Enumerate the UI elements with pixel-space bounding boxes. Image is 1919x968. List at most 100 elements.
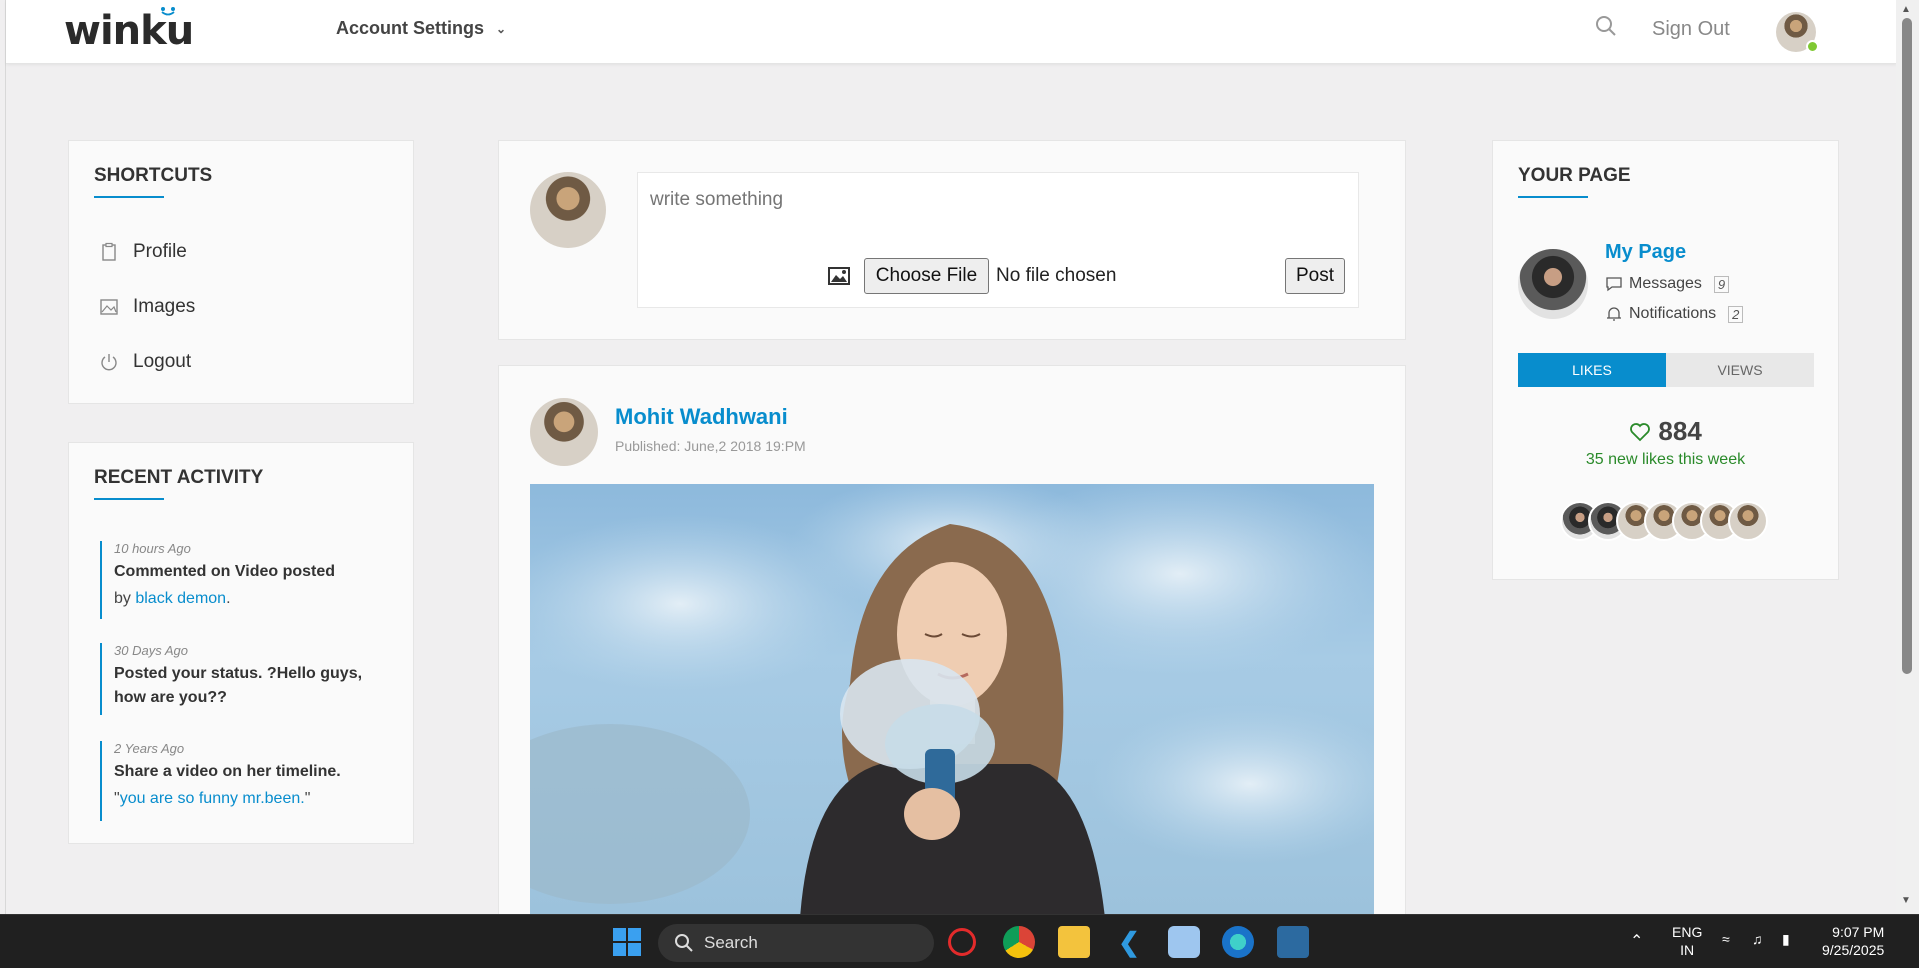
top-navbar: winku Account Settings ⌄ Sign Out <box>6 0 1897 64</box>
activity-link[interactable]: you are so funny mr.been. <box>120 790 305 807</box>
logo-smile-icon <box>161 7 175 16</box>
tab-views[interactable]: VIEWS <box>1666 353 1814 387</box>
activity-sub: "you are so funny mr.been." <box>114 790 370 808</box>
post-button[interactable]: Post <box>1285 258 1345 294</box>
page-scrollbar[interactable]: ▲ ▼ <box>1896 0 1919 914</box>
language-indicator[interactable]: ENG IN <box>1672 923 1702 959</box>
account-settings-label: Account Settings <box>336 18 485 38</box>
scrollbar-thumb[interactable] <box>1902 18 1912 674</box>
messages-label: Messages <box>1629 275 1702 292</box>
notifications-label: Notifications <box>1629 305 1717 322</box>
image-icon <box>100 299 118 315</box>
choose-file-button[interactable]: Choose File <box>864 258 989 294</box>
shortcuts-title: SHORTCUTS <box>94 165 213 186</box>
recent-activity-widget: RECENT ACTIVITY 10 hours Ago Commented o… <box>68 442 414 844</box>
activity-time: 30 Days Ago <box>114 643 188 658</box>
chat-bubble-icon <box>1606 277 1622 292</box>
post-photo[interactable] <box>530 484 1374 914</box>
activity-sub-suffix: . <box>226 590 231 607</box>
likes-count-row: 884 <box>1493 416 1838 447</box>
post-author-avatar[interactable] <box>530 398 598 466</box>
title-underline <box>94 196 164 198</box>
post-photo-illustration <box>530 484 1374 914</box>
post-text-input[interactable] <box>650 189 1340 211</box>
shortcut-label: Images <box>133 296 196 317</box>
activity-sub-prefix: by <box>114 590 136 607</box>
fans-avatars <box>1560 501 1768 541</box>
shortcut-logout[interactable]: Logout <box>99 351 191 373</box>
language-line-1: ENG <box>1672 924 1703 940</box>
post-author-name[interactable]: Mohit Wadhwani <box>615 404 788 430</box>
title-underline <box>1518 196 1588 198</box>
taskbar-search[interactable]: Search <box>658 924 934 962</box>
activity-time: 2 Years Ago <box>114 741 185 756</box>
sign-out-link[interactable]: Sign Out <box>1652 18 1730 41</box>
page-avatar[interactable] <box>1518 249 1588 319</box>
my-page-link[interactable]: My Page <box>1605 241 1686 264</box>
browser-viewport: winku Account Settings ⌄ Sign Out SHORTC… <box>0 0 1919 914</box>
online-status-indicator <box>1806 40 1819 53</box>
activity-text: Commented on Video posted <box>114 563 336 580</box>
recent-activity-title: RECENT ACTIVITY <box>94 467 264 488</box>
search-icon[interactable] <box>1594 14 1618 38</box>
opera-icon[interactable] <box>948 928 976 956</box>
activity-time: 10 hours Ago <box>114 541 191 556</box>
messages-link[interactable]: Messages 9 <box>1605 275 1730 293</box>
shortcut-images[interactable]: Images <box>99 296 195 318</box>
stats-tabs: LIKES VIEWS <box>1518 353 1814 387</box>
title-underline <box>94 498 164 500</box>
messages-count: 9 <box>1713 275 1730 293</box>
clock-time: 9:07 PM <box>1832 924 1885 940</box>
activity-text: Posted your status. ?Hello guys, how are… <box>114 665 363 706</box>
shortcut-profile[interactable]: Profile <box>99 241 187 263</box>
language-line-2: IN <box>1680 942 1695 958</box>
bell-icon <box>1607 307 1621 321</box>
scroll-down-icon[interactable]: ▼ <box>1901 895 1911 906</box>
clipboard-icon <box>102 242 116 261</box>
windows-start-icon[interactable] <box>612 927 642 957</box>
chevron-down-icon: ⌄ <box>496 21 507 36</box>
scroll-up-icon[interactable]: ▲ <box>1901 4 1911 15</box>
page: winku Account Settings ⌄ Sign Out SHORTC… <box>5 0 1897 914</box>
your-page-title: YOUR PAGE <box>1518 165 1631 186</box>
mysql-workbench-icon[interactable] <box>1277 926 1309 958</box>
likes-count: 884 <box>1658 416 1702 446</box>
vscode-icon[interactable]: ❮ <box>1113 926 1145 958</box>
activity-link[interactable]: black demon <box>135 590 226 607</box>
image-upload-icon[interactable] <box>828 267 850 285</box>
activity-item: 30 Days Ago Posted your status. ?Hello g… <box>100 643 370 715</box>
virtualbox-icon[interactable] <box>1168 926 1200 958</box>
activity-sub-suffix: " <box>304 790 311 807</box>
tab-likes[interactable]: LIKES <box>1518 353 1666 387</box>
composer-avatar <box>530 172 606 248</box>
shortcuts-widget: SHORTCUTS Profile Images Logout <box>68 140 414 404</box>
activity-item: 10 hours Ago Commented on Video posted b… <box>100 541 370 619</box>
volume-icon[interactable]: ♫ <box>1752 931 1763 947</box>
likes-weekly-text: 35 new likes this week <box>1585 451 1746 468</box>
taskbar-search-label: Search <box>704 933 758 952</box>
clock-date: 9/25/2025 <box>1822 942 1885 958</box>
post-published-date: Published: June,2 2018 19:PM <box>615 438 806 454</box>
notifications-link[interactable]: Notifications 2 <box>1605 305 1744 323</box>
clock[interactable]: 9:07 PM 9/25/2025 <box>1822 923 1884 959</box>
battery-icon[interactable]: ▮ <box>1782 931 1790 948</box>
edge-icon[interactable] <box>1222 926 1254 958</box>
power-icon <box>101 354 117 371</box>
file-explorer-icon[interactable] <box>1058 926 1090 958</box>
activity-text: Share a video on her timeline. <box>114 763 341 780</box>
fan-avatar[interactable] <box>1728 501 1768 541</box>
search-icon <box>675 934 693 952</box>
your-page-widget: YOUR PAGE My Page Messages 9 Notificatio… <box>1492 140 1839 580</box>
notifications-count: 2 <box>1728 305 1744 323</box>
wifi-icon[interactable]: ≈ <box>1722 931 1730 947</box>
activity-sub: by black demon. <box>114 590 370 608</box>
file-status-text: No file chosen <box>996 265 1117 286</box>
shortcut-label: Profile <box>133 241 187 262</box>
post-card: Mohit Wadhwani Published: June,2 2018 19… <box>498 365 1406 914</box>
chevron-up-icon[interactable]: ⌃ <box>1630 931 1643 951</box>
chrome-icon[interactable] <box>1003 926 1035 958</box>
taskbar: Search ❮ ⌃ ENG IN ≈ ♫ ▮ 9:07 PM 9/25/202… <box>0 914 1919 968</box>
account-settings-menu[interactable]: Account Settings ⌄ <box>336 18 506 39</box>
heart-icon <box>1630 423 1651 442</box>
post-composer: Choose File No file chosen Post <box>498 140 1406 340</box>
